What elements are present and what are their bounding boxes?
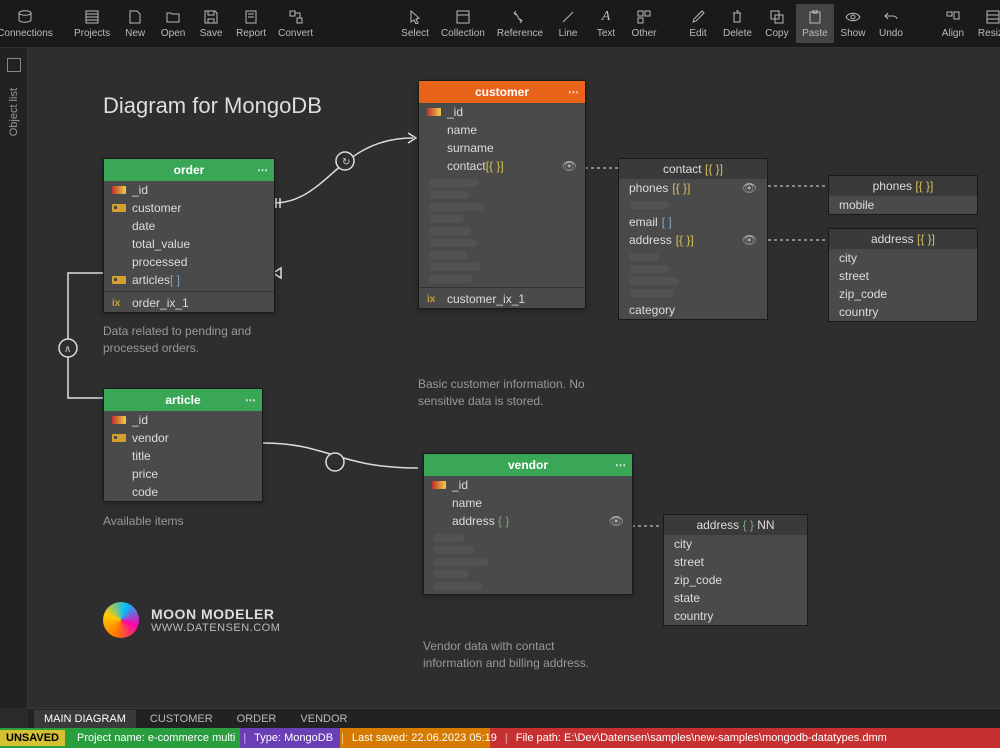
folder-icon <box>166 8 180 26</box>
entity-order-caption: Data related to pending and processed or… <box>103 323 273 357</box>
status-project: Project name: e-commerce multi <box>69 732 243 744</box>
file-icon <box>129 8 141 26</box>
svg-text:↻: ↻ <box>342 157 350 168</box>
logo-site: WWW.DATENSEN.COM <box>151 622 280 634</box>
reference-icon <box>512 8 528 26</box>
collection-button[interactable]: Collection <box>435 4 491 43</box>
entity-menu-icon[interactable]: ⋯ <box>568 86 579 99</box>
new-button[interactable]: New <box>116 4 154 43</box>
subbox-contact[interactable]: contact [{ }] phones[{ }]👁 email[ ] addr… <box>618 158 768 320</box>
connections-button[interactable]: Connections <box>6 4 44 43</box>
entity-customer-caption: Basic customer information. No sensitive… <box>418 376 588 410</box>
eye-icon[interactable]: 👁 <box>562 159 577 173</box>
subbox-address[interactable]: address [{ }] city street zip_code count… <box>828 228 978 322</box>
save-icon <box>204 8 218 26</box>
entity-article[interactable]: article⋯ _id vendor title price code <box>103 388 263 502</box>
entity-vendor-caption: Vendor data with contact information and… <box>423 638 613 672</box>
line-button[interactable]: Line <box>549 4 587 43</box>
line-icon <box>561 8 575 26</box>
entity-article-caption: Available items <box>103 513 183 530</box>
subbox-vendor-address[interactable]: address { } NN city street zip_code stat… <box>663 514 808 626</box>
cursor-icon <box>409 8 421 26</box>
eye-icon[interactable]: 👁 <box>609 514 624 528</box>
other-button[interactable]: Other <box>625 4 663 43</box>
subbox-phones[interactable]: phones [{ }] mobile <box>828 175 978 215</box>
save-button[interactable]: Save <box>192 4 230 43</box>
eye-icon[interactable]: 👁 <box>742 233 757 247</box>
undo-icon <box>884 8 898 26</box>
entity-order[interactable]: order⋯ _id customer date total_value pro… <box>103 158 275 313</box>
ref-icon <box>112 276 126 284</box>
key-icon <box>432 481 446 489</box>
toolbar: Connections Projects New Open Save Repor… <box>0 0 1000 48</box>
object-list-tab[interactable]: Object list <box>4 80 24 144</box>
paste-button[interactable]: Paste <box>796 4 834 43</box>
svg-text:∧: ∧ <box>64 344 71 355</box>
logo-icon <box>103 602 139 638</box>
key-icon <box>112 416 126 424</box>
key-icon <box>112 186 126 194</box>
entity-menu-icon[interactable]: ⋯ <box>615 459 626 472</box>
key-icon <box>427 108 441 116</box>
pencil-icon <box>691 8 705 26</box>
entity-article-header[interactable]: article⋯ <box>104 389 262 411</box>
status-path: File path: E:\Dev\Datensen\samples\new-s… <box>508 732 895 744</box>
copy-button[interactable]: Copy <box>758 4 796 43</box>
logo-name: MOON MODELER <box>151 606 280 622</box>
bottom-tabs: MAIN DIAGRAM CUSTOMER ORDER VENDOR <box>28 708 1000 728</box>
undo-button[interactable]: Undo <box>872 4 910 43</box>
eye-icon[interactable]: 👁 <box>742 181 757 195</box>
status-type: Type: MongoDB <box>246 732 341 744</box>
diagram-canvas[interactable]: Diagram for MongoDB ↻ ∧ order⋯ _id custo… <box>28 48 1000 708</box>
database-icon <box>17 8 33 26</box>
sidebar-icon[interactable] <box>7 58 21 72</box>
entity-customer[interactable]: customer⋯ _id name surname contact[{ }]👁… <box>418 80 586 309</box>
copy-icon <box>770 8 784 26</box>
entity-order-header[interactable]: order⋯ <box>104 159 274 181</box>
other-icon <box>637 8 651 26</box>
text-button[interactable]: AText <box>587 4 625 43</box>
entity-vendor-header[interactable]: vendor⋯ <box>424 454 632 476</box>
align-icon <box>946 8 960 26</box>
tab-order[interactable]: ORDER <box>227 710 287 728</box>
report-button[interactable]: Report <box>230 4 272 43</box>
ref-icon <box>112 434 126 442</box>
tab-customer[interactable]: CUSTOMER <box>140 710 223 728</box>
entity-customer-header[interactable]: customer⋯ <box>419 81 585 103</box>
tab-vendor[interactable]: VENDOR <box>290 710 357 728</box>
logo: MOON MODELER WWW.DATENSEN.COM <box>103 602 280 638</box>
collection-icon <box>456 8 470 26</box>
open-button[interactable]: Open <box>154 4 192 43</box>
delete-button[interactable]: Delete <box>717 4 758 43</box>
show-button[interactable]: Show <box>834 4 872 43</box>
entity-menu-icon[interactable]: ⋯ <box>257 164 268 177</box>
text-icon: A <box>602 8 611 26</box>
entity-vendor[interactable]: vendor⋯ _id name address { }👁 <box>423 453 633 595</box>
convert-icon <box>289 8 303 26</box>
index-icon: ix <box>112 298 126 309</box>
index-icon: ix <box>427 294 441 305</box>
status-saved: Last saved: 22.06.2023 05:19 <box>344 732 505 744</box>
tab-main-diagram[interactable]: MAIN DIAGRAM <box>34 710 136 728</box>
left-sidebar: Object list <box>0 48 28 708</box>
trash-icon <box>731 8 743 26</box>
select-button[interactable]: Select <box>395 4 435 43</box>
entity-menu-icon[interactable]: ⋯ <box>245 394 256 407</box>
resize-button[interactable]: Resize <box>972 4 1000 43</box>
ref-icon <box>112 204 126 212</box>
status-bar: UNSAVED Project name: e-commerce multi |… <box>0 728 1000 748</box>
eye-icon <box>845 8 861 26</box>
status-unsaved: UNSAVED <box>0 730 65 746</box>
resize-icon <box>986 8 1000 26</box>
reference-button[interactable]: Reference <box>491 4 549 43</box>
report-icon <box>245 8 257 26</box>
paste-icon <box>809 8 821 26</box>
align-button[interactable]: Align <box>934 4 972 43</box>
projects-icon <box>85 8 99 26</box>
diagram-title: Diagram for MongoDB <box>103 93 322 119</box>
projects-button[interactable]: Projects <box>68 4 116 43</box>
convert-button[interactable]: Convert <box>272 4 319 43</box>
edit-button[interactable]: Edit <box>679 4 717 43</box>
